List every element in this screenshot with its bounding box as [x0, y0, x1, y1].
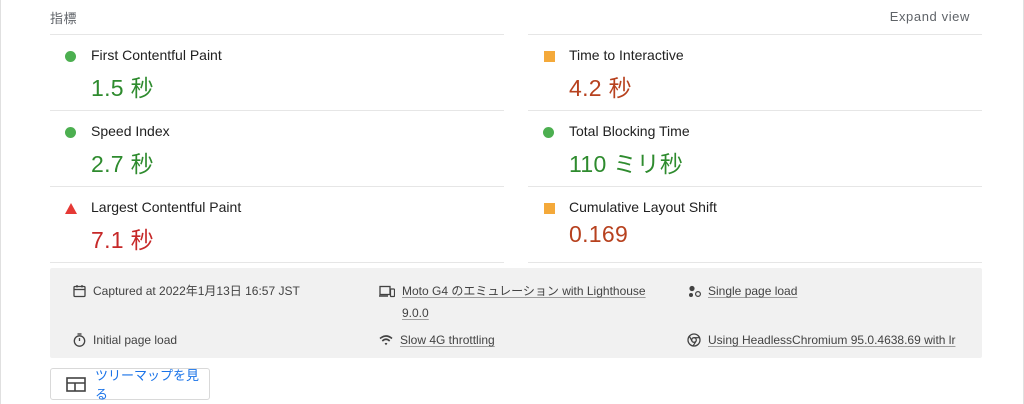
device-emulation-text[interactable]: Moto G4 のエミュレーション with Lighthouse 9.0.0 [402, 280, 646, 324]
circle-icon [65, 51, 76, 62]
square-icon [544, 51, 555, 62]
treemap-icon [66, 376, 86, 392]
page-load-type-link[interactable]: Single page load [708, 280, 797, 302]
metric-label: Total Blocking Time [569, 123, 690, 139]
metric-value: 7.1 秒 [91, 227, 154, 253]
metric-label: Cumulative Layout Shift [569, 199, 717, 215]
throttling-item[interactable]: Slow 4G throttling [379, 333, 495, 351]
expand-view-toggle[interactable]: Expand view [890, 9, 970, 24]
metric-label: Speed Index [91, 123, 170, 139]
browser-item[interactable]: Using HeadlessChromium 95.0.4638.69 with… [687, 333, 955, 351]
metrics-grid: First Contentful Paint 1.5 秒 Time to Int… [50, 34, 982, 263]
wifi-icon [379, 333, 393, 347]
chrome-icon [687, 333, 701, 347]
metric-value: 4.2 秒 [569, 75, 632, 101]
view-treemap-label: ツリーマップを見る [95, 368, 200, 402]
lighthouse-report-page: 指標 Expand view First Contentful Paint 1.… [0, 0, 1024, 404]
metric-first-contentful-paint: First Contentful Paint 1.5 秒 [50, 34, 504, 110]
triangle-icon [65, 203, 77, 214]
timer-icon [72, 333, 86, 347]
metric-label: Time to Interactive [569, 47, 684, 63]
metric-label: Largest Contentful Paint [91, 199, 242, 215]
circle-icon [543, 127, 554, 138]
metric-time-to-interactive: Time to Interactive 4.2 秒 [528, 34, 982, 110]
device-emulation-link[interactable]: Moto G4 のエミュレーション with Lighthouse [402, 284, 646, 298]
metric-total-blocking-time: Total Blocking Time 110 ミリ秒 [528, 110, 982, 186]
browser-link[interactable]: Using HeadlessChromium 95.0.4638.69 with… [708, 329, 955, 351]
captured-at-text: Captured at 2022年1月13日 16:57 JST [93, 284, 300, 298]
metric-value: 2.7 秒 [91, 151, 154, 177]
metric-speed-index: Speed Index 2.7 秒 [50, 110, 504, 186]
initial-page-load-text: Initial page load [93, 333, 178, 347]
calendar-icon [72, 284, 86, 298]
metric-largest-contentful-paint: Largest Contentful Paint 7.1 秒 [50, 186, 504, 263]
runtime-settings-panel: Captured at 2022年1月13日 16:57 JST Moto G4… [50, 268, 982, 358]
nodes-icon [687, 284, 701, 298]
lighthouse-version-link[interactable]: 9.0.0 [402, 306, 429, 320]
metric-cumulative-layout-shift: Cumulative Layout Shift 0.169 [528, 186, 982, 263]
metric-value: 0.169 [569, 221, 629, 247]
device-emulation-item[interactable]: Moto G4 のエミュレーション with Lighthouse 9.0.0 [379, 284, 646, 324]
page-load-type-item[interactable]: Single page load [687, 284, 797, 302]
metrics-section-title: 指標 [50, 11, 78, 26]
view-treemap-button[interactable]: ツリーマップを見る [50, 368, 210, 402]
initial-page-load-item: Initial page load [72, 333, 177, 351]
metric-label: First Contentful Paint [91, 47, 222, 63]
metric-value: 110 ミリ秒 [569, 151, 684, 177]
devices-icon [379, 284, 395, 298]
circle-icon [65, 127, 76, 138]
captured-at-item: Captured at 2022年1月13日 16:57 JST [72, 284, 300, 302]
square-icon [544, 203, 555, 214]
throttling-link[interactable]: Slow 4G throttling [400, 329, 495, 351]
metric-value: 1.5 秒 [91, 75, 154, 101]
